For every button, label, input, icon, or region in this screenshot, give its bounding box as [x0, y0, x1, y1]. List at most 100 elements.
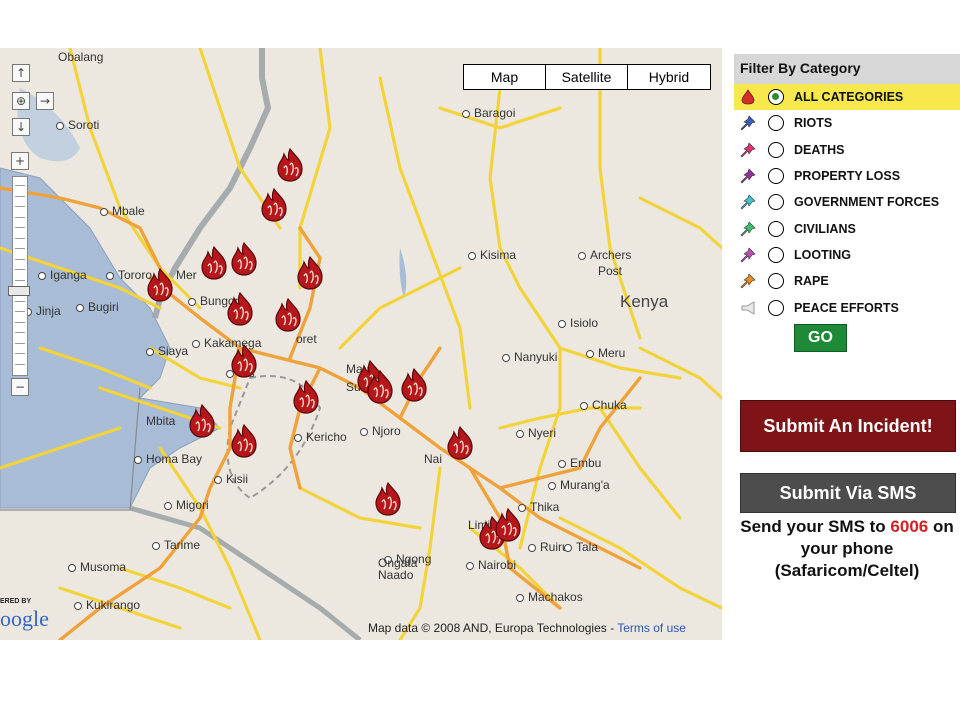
fire-icon[interactable] [229, 241, 259, 276]
go-button[interactable]: GO [794, 324, 847, 352]
category-label: LOOTING [794, 247, 851, 262]
town-dot [502, 354, 510, 362]
town-dot [548, 482, 556, 490]
category-row[interactable]: RIOTS [734, 110, 960, 136]
place-label: Nairobi [478, 558, 517, 572]
terms-of-use-link[interactable]: Terms of use [617, 621, 686, 635]
sms-line-1-pre: Send your SMS to [740, 517, 891, 536]
fire-icon[interactable] [259, 187, 289, 222]
category-radio[interactable] [768, 168, 784, 185]
zoom-out-button[interactable]: − [11, 378, 29, 396]
place-label: Nanyuki [514, 350, 558, 364]
category-radio[interactable] [768, 194, 784, 211]
town-dot [580, 402, 588, 410]
fire-icon[interactable] [199, 245, 229, 280]
lake-baringo [399, 248, 407, 298]
place-label: Embu [570, 456, 602, 470]
place-label: Archers [590, 248, 632, 262]
fire-icon[interactable] [295, 255, 325, 290]
incident-map[interactable]: Obalang Soroti Mbale Iganga Tororo Mer Bugiri J… [0, 48, 722, 640]
town-dot [188, 298, 196, 306]
zoom-tick [15, 195, 25, 197]
zoom-tick [15, 342, 25, 344]
category-row[interactable]: LOOTING [734, 242, 960, 268]
zoom-tick [15, 311, 25, 312]
fire-icon[interactable] [187, 403, 217, 438]
category-radio[interactable] [768, 273, 784, 290]
town-dot [106, 272, 114, 280]
category-radio[interactable] [768, 141, 784, 158]
sidebar: Filter By Category ALL CATEGORIES RIOTS DE… [734, 54, 960, 352]
sms-line-3: (Safaricom/Celtel) [774, 561, 920, 580]
map-type-satellite-button[interactable]: Satellite [546, 65, 628, 89]
category-label: GOVERNMENT FORCES [794, 195, 940, 210]
submit-incident-button[interactable]: Submit An Incident! [740, 400, 956, 452]
town-dot [100, 208, 108, 216]
category-list: ALL CATEGORIES RIOTS DEATHS PROPERTY LOSS GO… [734, 84, 960, 321]
place-label: Machakos [528, 590, 583, 604]
category-radio[interactable] [768, 246, 784, 263]
category-radio[interactable] [768, 89, 784, 106]
border-kenya-tanzania [129, 505, 362, 640]
town-dot [56, 122, 64, 130]
category-row[interactable]: PEACE EFFORTS [734, 294, 960, 320]
zoom-slider-handle[interactable] [8, 286, 30, 296]
category-row[interactable]: DEATHS [734, 137, 960, 163]
category-radio[interactable] [768, 115, 784, 132]
town-dot [564, 544, 572, 552]
pan-up-button[interactable]: ↑ [12, 64, 30, 82]
zoom-in-button[interactable]: + [11, 152, 29, 170]
place-label: Soroti [68, 118, 100, 132]
category-row[interactable]: GOVERNMENT FORCES [734, 189, 960, 215]
category-radio[interactable] [768, 220, 784, 237]
sms-number: 6006 [890, 517, 929, 536]
place-label: Nyeri [528, 426, 557, 440]
category-row[interactable]: RAPE [734, 268, 960, 294]
fire-icon[interactable] [445, 425, 475, 460]
zoom-slider-track[interactable] [12, 176, 28, 376]
category-row[interactable]: CIVILIANS [734, 215, 960, 241]
fire-icon[interactable] [275, 147, 305, 182]
fire-icon[interactable] [365, 369, 395, 404]
place-label: Kukirango [86, 598, 141, 612]
fire-icon[interactable] [373, 481, 403, 516]
town-dot [360, 428, 368, 436]
map-type-hybrid-button[interactable]: Hybrid [628, 65, 710, 89]
map-type-map-button[interactable]: Map [464, 65, 546, 89]
pan-right-button[interactable]: → [36, 92, 54, 110]
place-label: Obalang [58, 50, 104, 64]
category-row[interactable]: PROPERTY LOSS [734, 163, 960, 189]
fire-icon[interactable] [399, 367, 429, 402]
town-dot [558, 460, 566, 468]
fire-icon[interactable] [229, 423, 259, 458]
town-dot [152, 542, 160, 550]
place-label: Kisii [226, 472, 249, 486]
map-attribution: Map data © 2008 AND, Europa Technologies… [368, 621, 686, 635]
fire-icon[interactable] [291, 379, 321, 414]
fire-icon[interactable] [273, 297, 303, 332]
category-row[interactable]: ALL CATEGORIES [734, 84, 960, 111]
fire-icon[interactable] [229, 343, 259, 378]
place-label: Bugiri [88, 300, 119, 314]
town-dot [146, 348, 154, 356]
town-dot [578, 252, 586, 260]
zoom-tick [15, 269, 25, 270]
town-dot [528, 544, 536, 552]
sms-line-2: your phone [800, 539, 894, 558]
fire-icon[interactable] [225, 291, 255, 326]
town-dot [74, 602, 82, 610]
category-label: PROPERTY LOSS [794, 169, 901, 184]
place-label: Kisima [480, 248, 517, 262]
town-dot [516, 594, 524, 602]
category-radio[interactable] [768, 299, 784, 316]
submit-via-sms-button[interactable]: Submit Via SMS [740, 473, 956, 513]
pushpin-icon [740, 221, 756, 237]
map-base-layer [0, 48, 722, 640]
pan-down-button[interactable]: ↓ [12, 118, 30, 136]
pushpin-icon [740, 115, 756, 131]
droplet-icon [740, 89, 756, 105]
pan-center-button[interactable]: ⊕ [12, 92, 30, 110]
place-label: Musoma [80, 560, 127, 574]
fire-icon[interactable] [145, 267, 175, 302]
fire-icon[interactable] [493, 507, 523, 542]
